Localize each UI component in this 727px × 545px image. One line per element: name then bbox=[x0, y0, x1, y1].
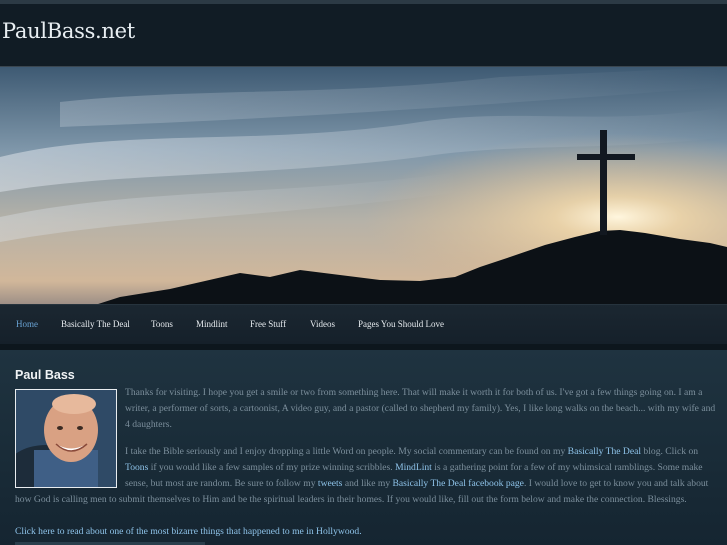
bio-text-2: blog. Click on bbox=[641, 446, 699, 457]
nav-mindlint[interactable]: Mindlint bbox=[196, 319, 228, 329]
bio-text-1: I take the Bible seriously and I enjoy d… bbox=[125, 446, 568, 457]
avatar-spacer bbox=[15, 444, 125, 488]
nav-free-stuff[interactable]: Free Stuff bbox=[250, 319, 286, 329]
header-image bbox=[0, 66, 727, 305]
top-strip bbox=[0, 0, 727, 4]
bio-paragraph-flow: I take the Bible seriously and I enjoy d… bbox=[15, 444, 721, 508]
basically-the-deal-link[interactable]: Basically The Deal bbox=[568, 446, 641, 457]
main-nav: Home Basically The Deal Toons Mindlint F… bbox=[0, 304, 727, 345]
mindlint-link[interactable]: MindLint bbox=[395, 462, 432, 473]
main-content: Paul Bass Thanks for visiting. I hope yo… bbox=[0, 350, 727, 545]
intro-paragraph: Thanks for visiting. I hope you get a sm… bbox=[125, 387, 716, 430]
page: PaulBass.net Home Basically The Deal Too… bbox=[0, 0, 727, 545]
nav-basically-the-deal[interactable]: Basically The Deal bbox=[61, 319, 130, 329]
nav-videos[interactable]: Videos bbox=[310, 319, 335, 329]
nav-toons[interactable]: Toons bbox=[151, 319, 173, 329]
nav-pages-you-should-love[interactable]: Pages You Should Love bbox=[358, 319, 444, 329]
hollywood-story-link[interactable]: Click here to read about one of the most… bbox=[15, 526, 362, 537]
page-title: Paul Bass bbox=[15, 368, 75, 382]
tweets-link[interactable]: tweets bbox=[318, 478, 343, 489]
toons-link[interactable]: Toons bbox=[125, 462, 148, 473]
bio-text-3: if you would like a few samples of my pr… bbox=[148, 461, 396, 473]
nav-home[interactable]: Home bbox=[16, 319, 38, 329]
site-title[interactable]: PaulBass.net bbox=[2, 19, 135, 43]
bio-text-5: and like my bbox=[342, 477, 393, 489]
facebook-page-link[interactable]: Basically The Deal facebook page bbox=[393, 478, 524, 489]
